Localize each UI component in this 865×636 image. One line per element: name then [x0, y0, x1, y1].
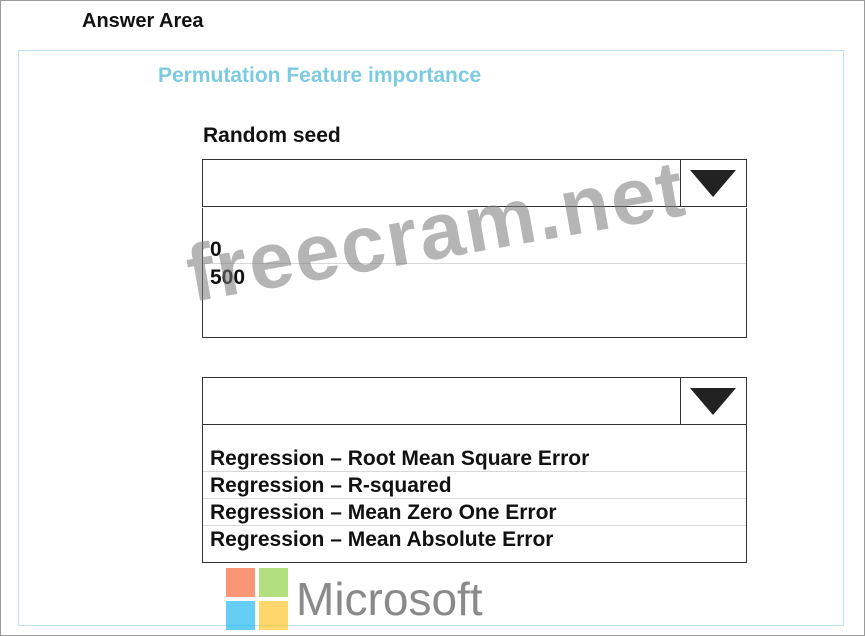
metric-dropdown-button[interactable] — [680, 378, 746, 424]
random-seed-label: Random seed — [203, 124, 341, 147]
microsoft-logo-text: Microsoft — [296, 573, 483, 625]
metric-option-mean-absolute-error[interactable]: Regression – Mean Absolute Error — [203, 526, 746, 553]
metric-dropdown[interactable] — [202, 377, 747, 425]
metric-option-rmse[interactable]: Regression – Root Mean Square Error — [203, 445, 746, 472]
section-title: Permutation Feature importance — [158, 64, 482, 87]
metric-option-list: Regression – Root Mean Square Error Regr… — [202, 425, 747, 563]
triangle-down-icon — [690, 388, 736, 415]
metric-option-r-squared[interactable]: Regression – R-squared — [203, 472, 746, 499]
microsoft-logo-icon — [226, 568, 288, 630]
triangle-down-icon — [690, 170, 736, 197]
metric-option-mean-zero-one-error[interactable]: Regression – Mean Zero One Error — [203, 499, 746, 526]
random-seed-dropdown-button[interactable] — [680, 160, 746, 206]
answer-area-title: Answer Area — [82, 10, 204, 32]
